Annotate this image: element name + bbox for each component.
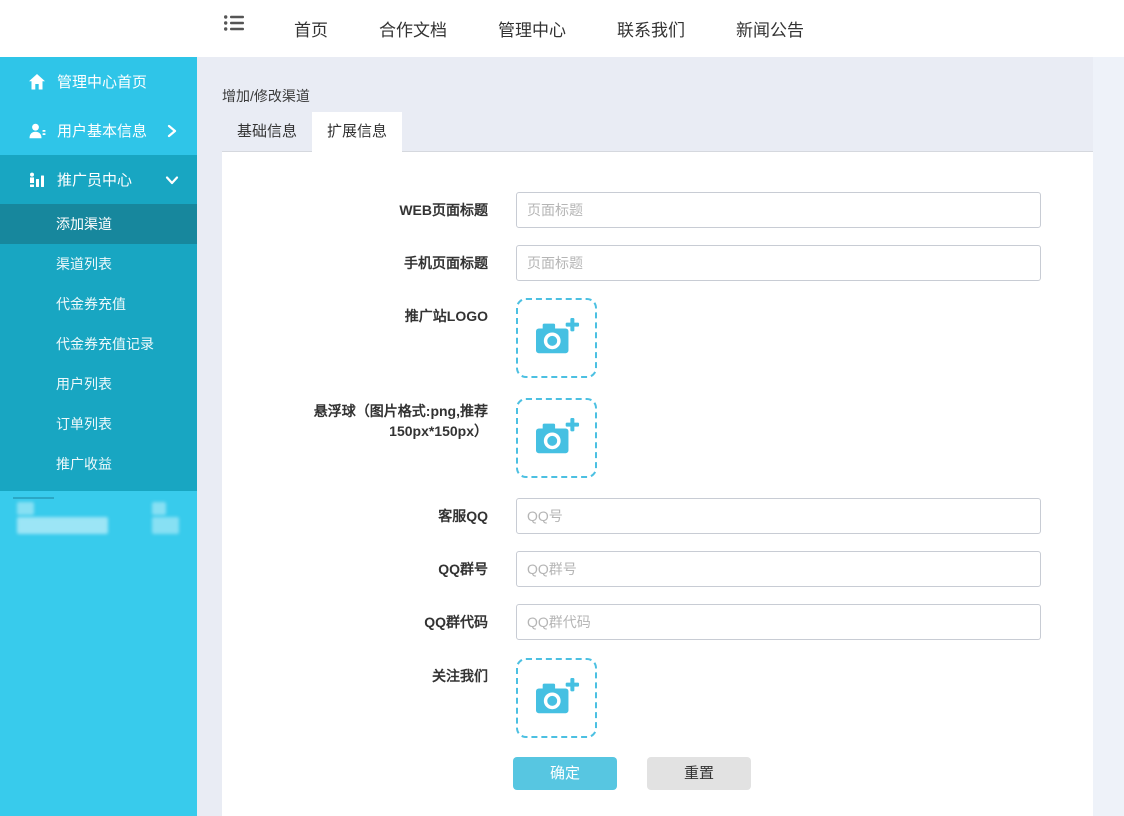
form-row-float-ball: 悬浮球（图片格式:png,推荐 150px*150px） <box>222 398 1093 478</box>
divider <box>13 497 54 499</box>
submenu-item-promotion-earnings[interactable]: 推广收益 <box>0 444 197 484</box>
redacted-block <box>17 517 108 534</box>
form-panel: WEB页面标题 手机页面标题 推广站LOGO <box>222 152 1093 816</box>
submenu-item-voucher-recharge[interactable]: 代金券充值 <box>0 284 197 324</box>
top-navigation: 首页 合作文档 管理中心 联系我们 新闻公告 <box>294 16 804 41</box>
promoter-submenu: 添加渠道 渠道列表 代金券充值 代金券充值记录 用户列表 订单列表 推广收益 <box>0 204 197 491</box>
main-content: 增加/修改渠道 基础信息 扩展信息 WEB页面标题 手机页面标题 推广站LOGO <box>197 57 1124 816</box>
submenu-item-order-list[interactable]: 订单列表 <box>0 404 197 444</box>
sidebar: 管理中心首页 用户基本信息 推广员中 <box>0 57 197 816</box>
nav-management-center[interactable]: 管理中心 <box>498 16 566 41</box>
channel-extended-form: WEB页面标题 手机页面标题 推广站LOGO <box>222 152 1093 790</box>
sidebar-item-label: 推广员中心 <box>57 169 132 190</box>
form-row-mobile-title: 手机页面标题 <box>222 245 1093 281</box>
nav-news[interactable]: 新闻公告 <box>736 16 804 41</box>
qq-group-label: QQ群号 <box>222 551 488 587</box>
chevron-down-icon <box>165 173 179 187</box>
tab-bar: 基础信息 扩展信息 <box>222 112 402 152</box>
float-ball-upload[interactable] <box>516 398 597 478</box>
site-logo-label: 推广站LOGO <box>222 298 488 378</box>
sidebar-item-promoter-center[interactable]: 推广员中心 <box>0 155 197 204</box>
camera-plus-icon <box>534 677 580 719</box>
redacted-block <box>152 502 166 515</box>
float-ball-label: 悬浮球（图片格式:png,推荐 150px*150px） <box>222 398 488 478</box>
camera-plus-icon <box>534 417 580 459</box>
form-row-site-logo: 推广站LOGO <box>222 298 1093 378</box>
qq-group-code-label: QQ群代码 <box>222 604 488 640</box>
form-row-web-title: WEB页面标题 <box>222 192 1093 228</box>
submenu-item-channel-list[interactable]: 渠道列表 <box>0 244 197 284</box>
form-buttons: 确定 重置 <box>513 757 1093 790</box>
site-logo-upload[interactable] <box>516 298 597 378</box>
qq-group-code-input[interactable] <box>516 604 1041 640</box>
confirm-button[interactable]: 确定 <box>513 757 617 790</box>
sidebar-footer <box>0 491 197 581</box>
menu-list-icon[interactable] <box>224 15 244 31</box>
nav-home[interactable]: 首页 <box>294 16 328 41</box>
form-row-follow-us: 关注我们 <box>222 658 1093 738</box>
redacted-block <box>17 502 34 515</box>
home-icon <box>28 73 46 91</box>
top-bar: 首页 合作文档 管理中心 联系我们 新闻公告 <box>0 0 1124 57</box>
reset-button[interactable]: 重置 <box>647 757 751 790</box>
service-qq-label: 客服QQ <box>222 498 488 534</box>
submenu-item-user-list[interactable]: 用户列表 <box>0 364 197 404</box>
submenu-item-voucher-recharge-record[interactable]: 代金券充值记录 <box>0 324 197 364</box>
sidebar-item-user-basic-info[interactable]: 用户基本信息 <box>0 106 197 155</box>
mobile-page-title-input[interactable] <box>516 245 1041 281</box>
mobile-page-title-label: 手机页面标题 <box>222 245 488 281</box>
sidebar-item-label: 用户基本信息 <box>57 120 147 141</box>
nav-contact-us[interactable]: 联系我们 <box>617 16 685 41</box>
follow-us-label: 关注我们 <box>222 658 488 738</box>
float-ball-label-line2: 150px*150px） <box>389 423 488 439</box>
redacted-block <box>152 517 179 534</box>
follow-us-upload[interactable] <box>516 658 597 738</box>
tab-extended-info[interactable]: 扩展信息 <box>312 112 402 153</box>
content-gutter <box>1093 57 1124 816</box>
breadcrumb: 增加/修改渠道 <box>222 86 310 106</box>
float-ball-label-line1: 悬浮球（图片格式:png,推荐 <box>314 403 488 419</box>
chevron-right-icon <box>165 124 179 138</box>
tab-basic-info[interactable]: 基础信息 <box>222 112 312 152</box>
service-qq-input[interactable] <box>516 498 1041 534</box>
sidebar-item-admin-home[interactable]: 管理中心首页 <box>0 57 197 106</box>
sidebar-item-label: 管理中心首页 <box>57 71 147 92</box>
camera-plus-icon <box>534 317 580 359</box>
qq-group-input[interactable] <box>516 551 1041 587</box>
nav-cooperation-docs[interactable]: 合作文档 <box>379 16 447 41</box>
form-row-qq-group: QQ群号 <box>222 551 1093 587</box>
web-page-title-input[interactable] <box>516 192 1041 228</box>
web-page-title-label: WEB页面标题 <box>222 192 488 228</box>
form-row-service-qq: 客服QQ <box>222 498 1093 534</box>
user-icon <box>28 122 46 140</box>
promoter-icon <box>28 171 46 189</box>
submenu-item-add-channel[interactable]: 添加渠道 <box>0 204 197 244</box>
form-row-qq-group-code: QQ群代码 <box>222 604 1093 640</box>
